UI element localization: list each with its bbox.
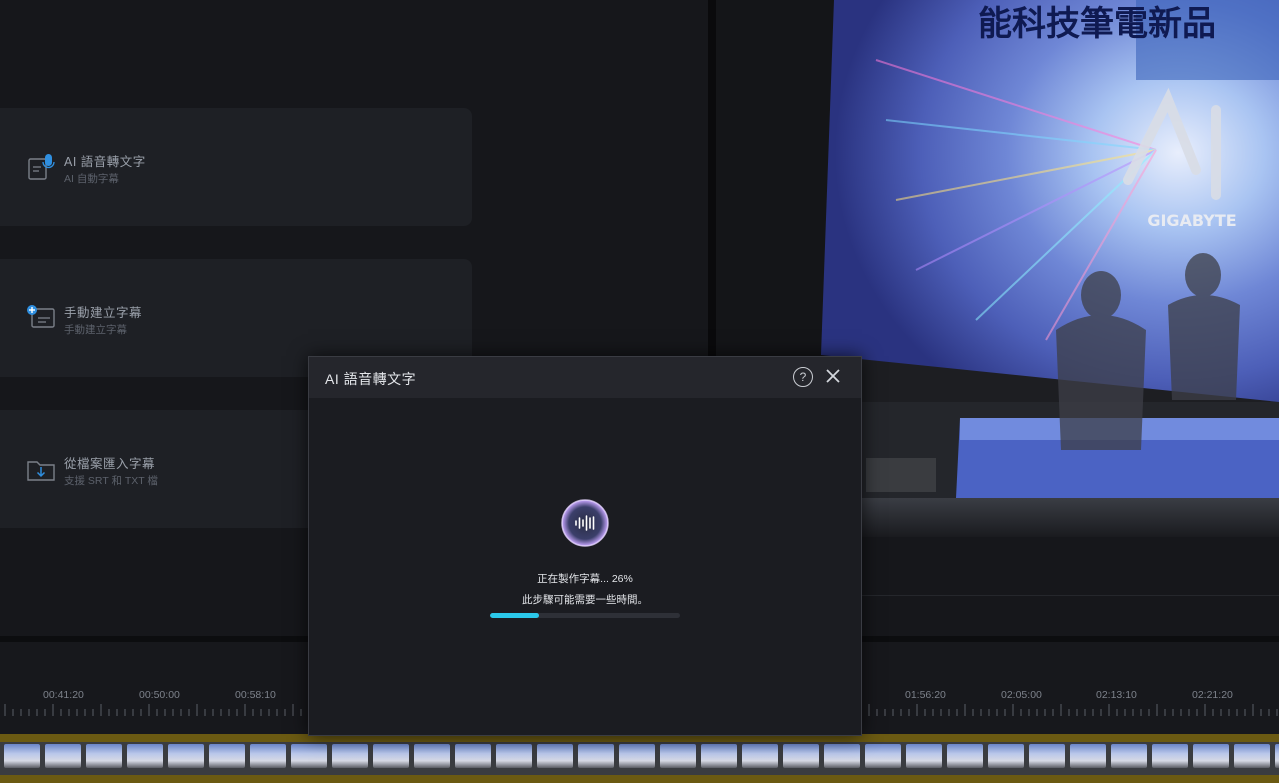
timeline-tick: 02:21:20 — [1192, 689, 1233, 701]
video-clip[interactable] — [0, 742, 1279, 775]
option-subtitle: 支援 SRT 和 TXT 檔 — [64, 475, 158, 487]
clip-thumbnail — [537, 744, 573, 768]
progress-bar — [490, 613, 680, 618]
clip-thumbnail — [701, 744, 737, 768]
clip-thumbnail — [742, 744, 778, 768]
option-subtitle: 手動建立字幕 — [64, 324, 127, 336]
clip-thumbnail — [1275, 744, 1279, 768]
clip-thumbnail — [1234, 744, 1270, 768]
clip-thumbnail — [578, 744, 614, 768]
clip-thumbnail — [619, 744, 655, 768]
progress-status-text: 正在製作字幕... 26% — [537, 573, 633, 585]
clip-thumbnail — [291, 744, 327, 768]
clip-thumbnail — [1111, 744, 1147, 768]
clip-thumbnail — [373, 744, 409, 768]
clip-thumbnail — [332, 744, 368, 768]
clip-thumbnail — [1152, 744, 1188, 768]
clip-thumbnail — [86, 744, 122, 768]
option-subtitle: AI 自動字幕 — [64, 173, 119, 185]
add-subtitle-icon — [27, 305, 55, 328]
clip-thumbnail — [127, 744, 163, 768]
clip-thumbnail — [865, 744, 901, 768]
timeline-tick: 00:41:20 — [43, 689, 84, 701]
dialog-title: AI 語音轉文字 — [325, 371, 417, 387]
clip-thumbnail — [906, 744, 942, 768]
ai-speech-to-text-dialog: AI 語音轉文字 ? 正在製作字幕... 26% 此步驟可能需要一些時間。 — [308, 356, 862, 736]
dialog-header: AI 語音轉文字 ? — [309, 357, 861, 398]
clip-thumbnail — [209, 744, 245, 768]
help-button[interactable]: ? — [793, 367, 813, 387]
brand-text: GIGABYTE — [1147, 211, 1236, 230]
import-folder-icon — [27, 461, 55, 481]
timeline-tick: 02:05:00 — [1001, 689, 1042, 701]
option-title: 從檔案匯入字幕 — [64, 457, 156, 471]
clip-thumbnail — [1193, 744, 1229, 768]
clip-thumbnail — [250, 744, 286, 768]
timeline-tick: 00:58:10 — [235, 689, 276, 701]
timeline-tick: 00:50:00 — [139, 689, 180, 701]
option-ai-speech-to-text[interactable]: AI 語音轉文字 AI 自動字幕 — [0, 108, 472, 226]
clip-thumbnail — [496, 744, 532, 768]
option-title: AI 語音轉文字 — [64, 155, 146, 169]
clip-thumbnail — [45, 744, 81, 768]
clip-thumbnail — [1029, 744, 1065, 768]
timeline-tick: 02:13:10 — [1096, 689, 1137, 701]
timeline-tick: 01:56:20 — [905, 689, 946, 701]
clip-thumbnail — [988, 744, 1024, 768]
clip-thumbnail — [824, 744, 860, 768]
option-title: 手動建立字幕 — [64, 306, 143, 320]
video-track[interactable] — [0, 734, 1279, 783]
clip-thumbnail — [4, 744, 40, 768]
clip-thumbnail — [783, 744, 819, 768]
clip-thumbnail — [947, 744, 983, 768]
progress-hint-text: 此步驟可能需要一些時間。 — [522, 594, 648, 606]
audio-processing-icon — [561, 499, 609, 547]
clip-thumbnail — [414, 744, 450, 768]
banner-text: 能科技筆電新品 — [978, 4, 1216, 44]
clip-thumbnail — [168, 744, 204, 768]
clip-thumbnail — [660, 744, 696, 768]
close-icon[interactable] — [823, 366, 843, 386]
clip-thumbnail — [455, 744, 491, 768]
clip-thumbnail — [1070, 744, 1106, 768]
progress-bar-fill — [490, 613, 540, 618]
ai-microphone-icon — [28, 154, 55, 180]
